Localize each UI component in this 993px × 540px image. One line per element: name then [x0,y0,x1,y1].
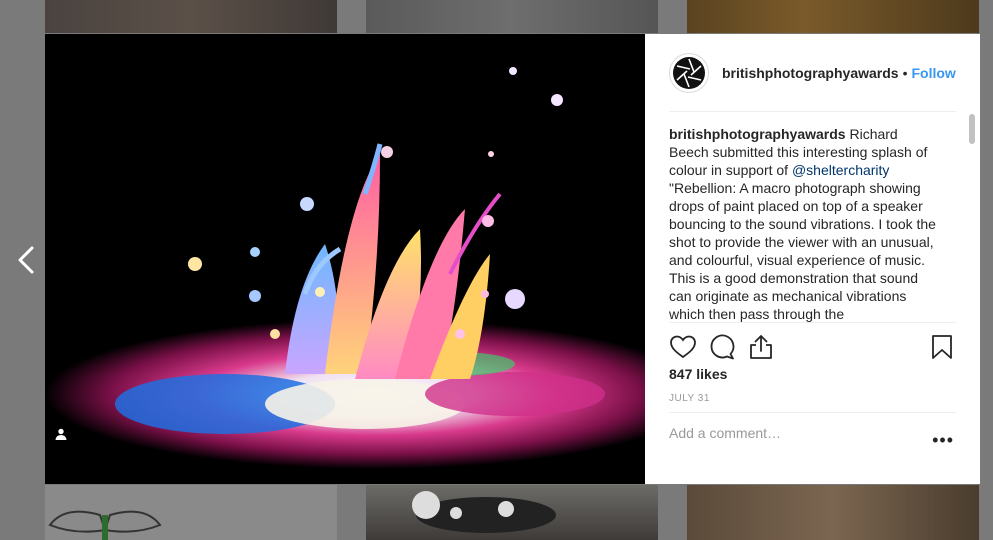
scrollbar-thumb[interactable] [969,114,975,144]
grid-thumbnail[interactable] [45,485,337,540]
heart-icon [670,335,696,359]
share-icon [750,335,772,359]
avatar[interactable] [669,52,709,93]
grid-thumbnail[interactable] [366,485,658,540]
bookmark-icon [932,335,952,359]
header-separator: • [902,64,908,81]
post-header: britishphotographyawards • Follow [669,34,956,112]
grid-thumbnail[interactable] [366,0,658,33]
header-username[interactable]: britishphotographyawards [722,65,899,81]
chevron-left-icon [18,246,34,274]
caption-username[interactable]: britishphotographyawards [669,126,846,142]
share-button[interactable] [747,333,775,361]
comment-icon [710,334,735,360]
butterfly-illustration [48,510,162,540]
grid-thumbnail[interactable] [687,485,979,540]
likes-count[interactable]: 847 likes [669,366,727,382]
more-options-button[interactable]: ••• [932,431,954,449]
grid-thumbnail[interactable] [45,0,337,33]
dog-silhouette [412,491,556,533]
post-actions [669,322,956,371]
comment-button[interactable] [708,333,736,361]
caption-mention-link[interactable]: @sheltercharity [792,162,889,178]
post-modal: britishphotographyawards • Follow britis… [45,34,980,484]
post-photo[interactable] [45,34,645,484]
aperture-icon [673,56,705,89]
grid-thumbnail[interactable] [687,0,979,33]
tagged-users-button[interactable] [55,428,77,450]
comment-input[interactable] [669,425,909,441]
previous-post-button[interactable] [14,244,38,276]
save-button[interactable] [928,333,956,361]
post-date[interactable]: JULY 31 [669,393,710,404]
comment-area: ••• [669,412,956,469]
paint-splash-image [45,34,645,484]
caption-text-continued: "Rebellion: A macro photograph showing d… [669,180,936,322]
post-caption: britishphotographyawards Richard Beech s… [669,125,941,323]
caption-scrollbar[interactable] [967,112,977,323]
user-icon [55,428,67,440]
like-button[interactable] [669,333,697,361]
follow-button[interactable]: Follow [911,65,955,81]
post-side-panel: britishphotographyawards • Follow britis… [645,34,980,484]
